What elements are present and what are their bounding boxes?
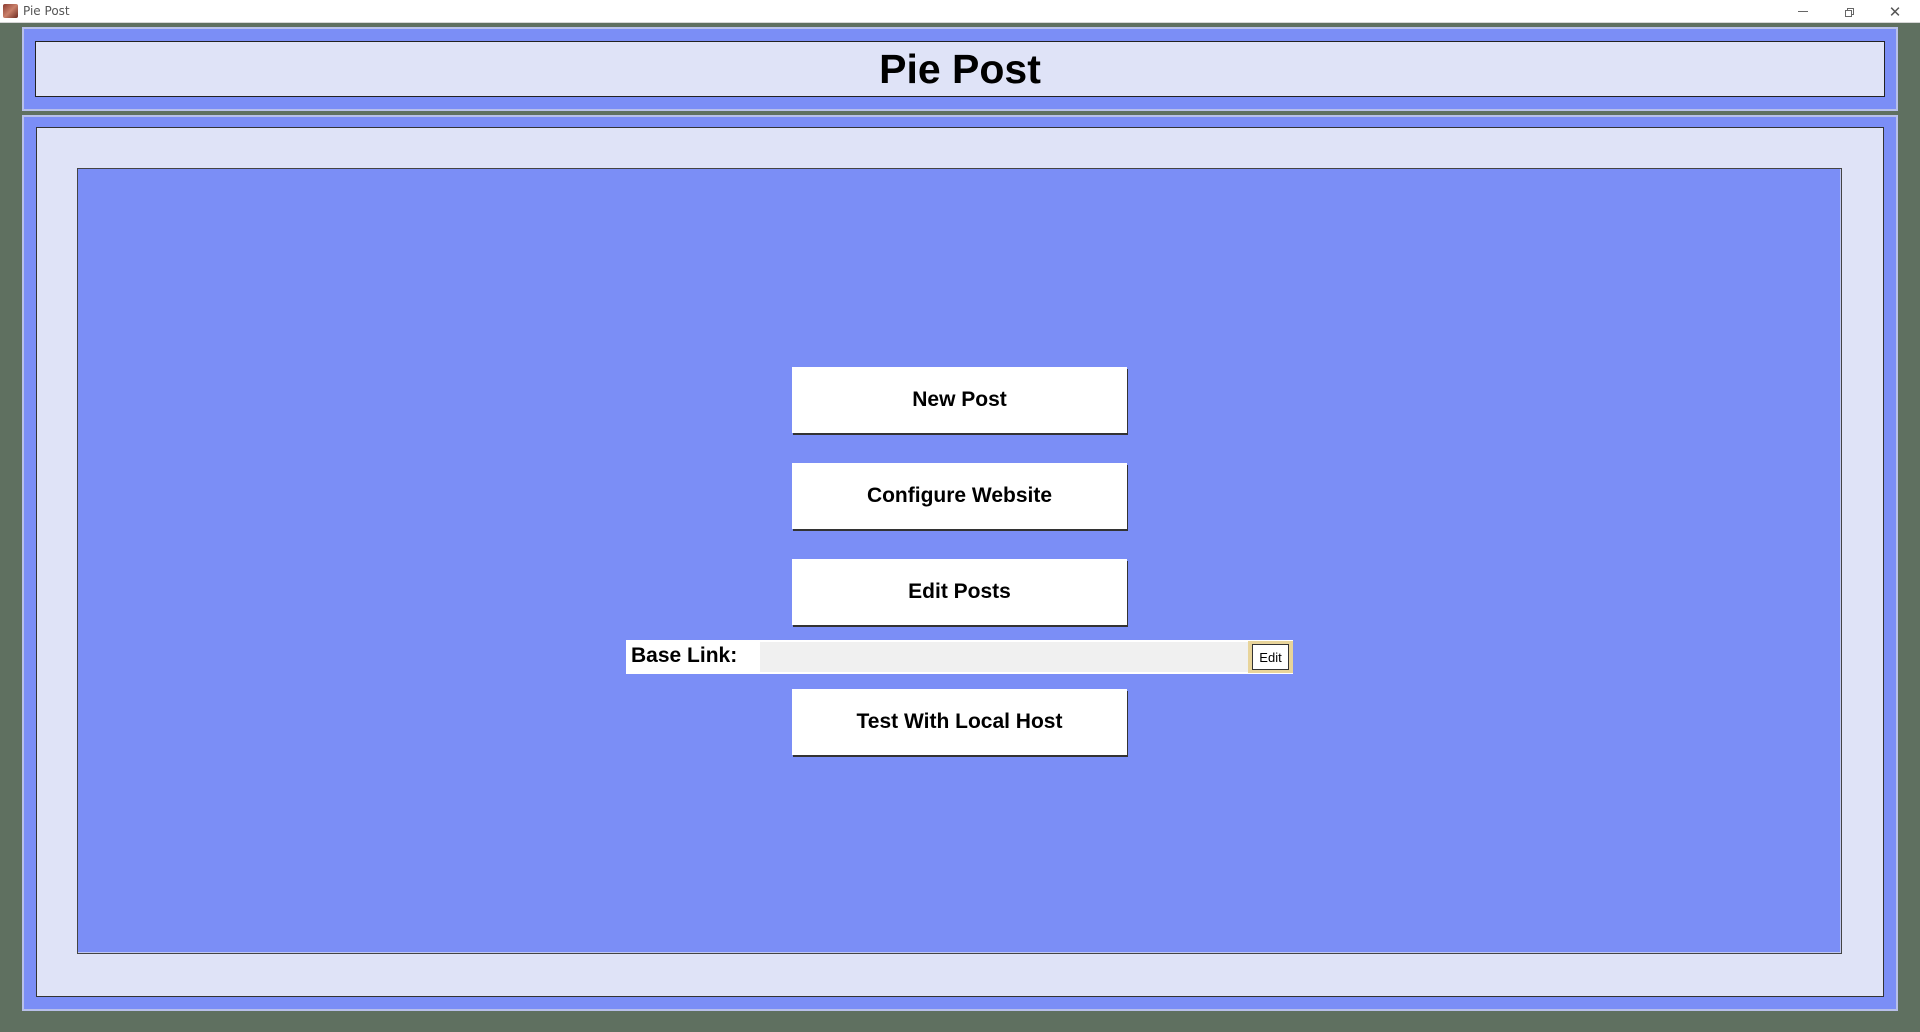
edit-base-link-button[interactable]: Edit — [1248, 641, 1293, 673]
new-post-button[interactable]: New Post — [792, 367, 1127, 433]
base-link-row: Base Link: Edit — [626, 640, 1293, 674]
test-local-host-button[interactable]: Test With Local Host — [792, 689, 1127, 755]
restore-icon — [1845, 7, 1854, 17]
window-titlebar: Pie Post ✕ — [0, 0, 1920, 23]
page-title: Pie Post — [879, 45, 1041, 92]
header-title-box: Pie Post — [35, 41, 1885, 97]
close-button[interactable]: ✕ — [1872, 0, 1918, 23]
minimize-button[interactable] — [1780, 0, 1826, 23]
pie-app-icon — [3, 4, 18, 18]
close-icon: ✕ — [1888, 2, 1902, 21]
configure-website-button[interactable]: Configure Website — [792, 463, 1127, 529]
base-link-input[interactable] — [760, 642, 1248, 672]
restore-button[interactable] — [1826, 0, 1872, 23]
window-title: Pie Post — [23, 4, 70, 18]
base-link-label: Base Link: — [631, 644, 738, 667]
minimize-icon — [1798, 11, 1808, 12]
edit-base-link-label: Edit — [1252, 644, 1289, 670]
edit-posts-button[interactable]: Edit Posts — [792, 559, 1127, 625]
